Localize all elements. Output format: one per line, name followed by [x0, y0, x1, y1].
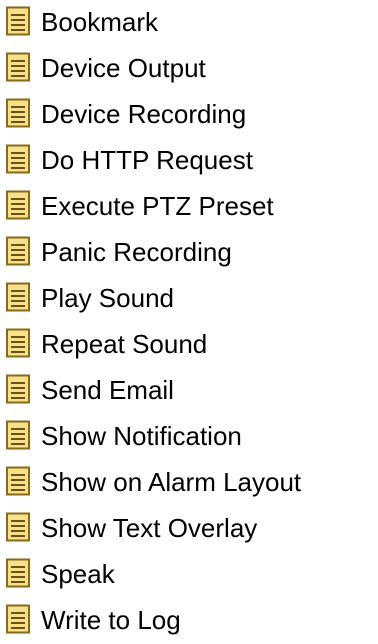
- list-item-label: Repeat Sound: [41, 329, 208, 359]
- list-item-panic-recording[interactable]: Panic Recording: [0, 232, 270, 276]
- list-item-device-recording[interactable]: Device Recording: [0, 94, 280, 138]
- list-item-execute-ptz-preset[interactable]: Execute PTZ Preset: [0, 186, 300, 230]
- list-item-label: Show Notification: [41, 421, 242, 451]
- list-item-label: Device Output: [41, 53, 206, 83]
- document-icon: [4, 52, 32, 82]
- list-item-repeat-sound[interactable]: Repeat Sound: [0, 324, 220, 368]
- list-item-show-text-overlay[interactable]: Show Text Overlay: [0, 508, 300, 552]
- document-icon: [4, 144, 32, 174]
- list-item-label: Show on Alarm Layout: [41, 467, 302, 497]
- list-item-label: Show Text Overlay: [41, 513, 258, 543]
- document-icon: [4, 190, 32, 220]
- document-icon: [4, 236, 32, 266]
- list-item-label: Device Recording: [41, 99, 247, 129]
- list-item-write-to-log[interactable]: Write to Log: [0, 600, 230, 644]
- list-item-label: Play Sound: [41, 283, 174, 313]
- list-item-label: Do HTTP Request: [41, 145, 253, 175]
- document-icon: [4, 374, 32, 404]
- document-icon: [4, 466, 32, 496]
- document-icon: [4, 512, 32, 542]
- action-list: Bookmark Device Output Device Recording: [0, 0, 378, 644]
- document-icon: [4, 282, 32, 312]
- document-icon: [4, 328, 32, 358]
- list-item-bookmark[interactable]: Bookmark: [0, 2, 200, 46]
- list-item-label: Panic Recording: [41, 237, 232, 267]
- document-icon: [4, 604, 32, 634]
- list-item-do-http-request[interactable]: Do HTTP Request: [0, 140, 270, 184]
- list-item-speak[interactable]: Speak: [0, 554, 150, 598]
- list-item-device-output[interactable]: Device Output: [0, 48, 230, 92]
- list-item-label: Bookmark: [41, 7, 159, 37]
- list-item-play-sound[interactable]: Play Sound: [0, 278, 200, 322]
- list-item-show-notification[interactable]: Show Notification: [0, 416, 290, 460]
- list-item-show-on-alarm-layout[interactable]: Show on Alarm Layout: [0, 462, 376, 506]
- list-item-label: Speak: [41, 559, 115, 589]
- list-item-label: Execute PTZ Preset: [41, 191, 274, 221]
- document-icon: [4, 420, 32, 450]
- document-icon: [4, 98, 32, 128]
- list-item-label: Write to Log: [41, 605, 181, 635]
- document-icon: [4, 558, 32, 588]
- list-item-send-email[interactable]: Send Email: [0, 370, 200, 414]
- document-icon: [4, 6, 32, 36]
- list-item-label: Send Email: [41, 375, 174, 405]
